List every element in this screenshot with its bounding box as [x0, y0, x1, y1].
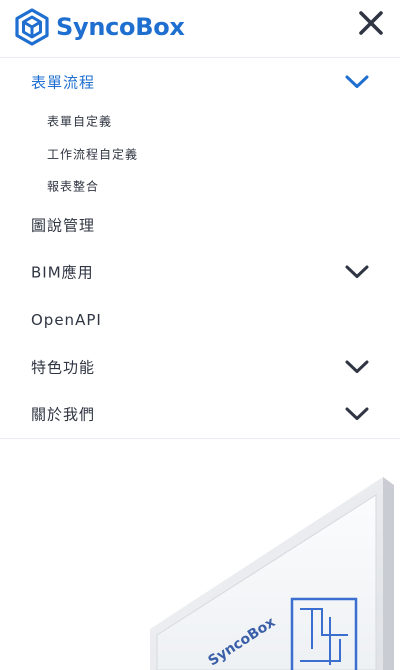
submenu-item-workflow-custom[interactable]: 工作流程自定義	[0, 139, 400, 169]
menu-item-label: 圖說管理	[31, 216, 96, 235]
menu-item-label: BIM應用	[31, 263, 94, 282]
chevron-down-icon[interactable]	[344, 264, 370, 280]
menu-item-forms-workflow[interactable]: 表單流程	[0, 60, 400, 104]
cube-logo-icon	[15, 8, 49, 46]
menu-item-about-us[interactable]: 關於我們	[0, 392, 400, 436]
submenu-item-report-integration[interactable]: 報表整合	[0, 171, 400, 201]
chevron-down-icon[interactable]	[344, 406, 370, 422]
submenu-item-form-custom[interactable]: 表單自定義	[0, 106, 400, 136]
submenu-item-label: 表單自定義	[47, 114, 113, 129]
menu-item-label: 表單流程	[31, 73, 96, 92]
menu-item-features[interactable]: 特色功能	[0, 345, 400, 389]
menu-item-bim-application[interactable]: BIM應用	[0, 250, 400, 294]
menu-item-openapi[interactable]: OpenAPI	[0, 298, 400, 342]
menu-item-drawing-management[interactable]: 圖說管理	[0, 203, 400, 247]
tablet-device-illustration: SyncoBox	[150, 477, 394, 670]
menu-item-label: 特色功能	[31, 358, 96, 377]
chevron-down-icon[interactable]	[344, 74, 370, 90]
menu-item-label: OpenAPI	[31, 311, 102, 329]
brand-name: SyncoBox	[56, 13, 185, 41]
chevron-down-icon[interactable]	[344, 359, 370, 375]
brand-logo[interactable]: SyncoBox	[14, 8, 185, 46]
submenu-item-label: 報表整合	[47, 179, 100, 194]
close-icon[interactable]	[356, 8, 386, 38]
hero-illustration: SyncoBox	[0, 439, 400, 670]
submenu-item-label: 工作流程自定義	[47, 147, 139, 162]
menu-item-label: 關於我們	[31, 405, 96, 424]
site-header: SyncoBox	[0, 0, 400, 58]
